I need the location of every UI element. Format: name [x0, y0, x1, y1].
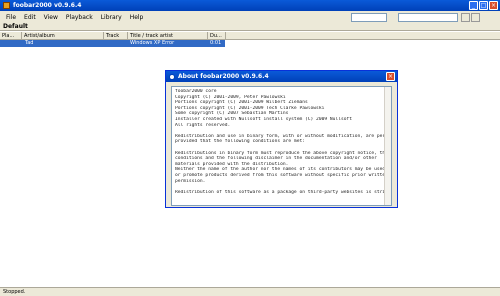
cell-duration: 0:01 — [210, 40, 222, 46]
about-text-line: or promote products derived from this so… — [175, 172, 388, 178]
menu-help[interactable]: Help — [126, 14, 148, 21]
table-row[interactable]: Tad Windows XP Error 0:01 — [0, 40, 500, 47]
window-title-bar[interactable]: foobar2000 v0.9.6.4 _ □ × — [0, 0, 500, 11]
info-icon — [169, 73, 175, 80]
about-text-line: Redistribution of this software as a pac… — [175, 189, 388, 195]
dialog-title-bar[interactable]: About foobar2000 v0.9.6.4 × — [166, 71, 397, 82]
toolbar-button-left[interactable] — [461, 13, 470, 22]
about-text: foobar2000 core Copyright (C) 2001-2009, … — [175, 89, 388, 195]
about-dialog: About foobar2000 v0.9.6.4 × foobar2000 c… — [165, 70, 398, 208]
menu-library[interactable]: Library — [97, 14, 126, 21]
column-duration[interactable]: Du... — [208, 32, 226, 40]
cell-artist: Tad — [25, 40, 34, 46]
column-header: Pla... Artist/album Track Title / track … — [0, 32, 500, 40]
minimize-button[interactable]: _ — [469, 1, 478, 10]
cell-title: Windows XP Error — [130, 40, 175, 46]
playlist-tabs: Default — [0, 23, 500, 31]
tab-default[interactable]: Default — [3, 23, 28, 31]
app-icon — [3, 2, 10, 9]
dialog-title: About foobar2000 v0.9.6.4 — [178, 73, 269, 80]
about-text-line: conditions and the following disclaimer … — [175, 156, 377, 162]
menu-playback[interactable]: Playback — [62, 14, 97, 21]
about-text-box[interactable]: foobar2000 core Copyright (C) 2001-2009, … — [171, 86, 392, 206]
window-title: foobar2000 v0.9.6.4 — [13, 2, 82, 9]
volume-slider[interactable] — [351, 13, 387, 22]
column-track[interactable]: Track — [104, 32, 128, 40]
cell-track — [106, 40, 126, 47]
window-controls: _ □ × — [469, 1, 498, 10]
close-button[interactable]: × — [489, 1, 498, 10]
menu-view[interactable]: View — [40, 14, 62, 21]
column-title[interactable]: Title / track artist — [128, 32, 208, 40]
dialog-close-button[interactable]: × — [386, 72, 395, 81]
cell-playing — [2, 40, 20, 47]
maximize-button[interactable]: □ — [479, 1, 488, 10]
column-artist-album[interactable]: Artist/album — [22, 32, 104, 40]
scrollbar[interactable] — [384, 87, 391, 205]
status-text: Stopped. — [3, 289, 26, 295]
menu-edit[interactable]: Edit — [20, 14, 40, 21]
menu-file[interactable]: File — [2, 14, 20, 21]
column-playing[interactable]: Pla... — [0, 32, 22, 40]
toolbar-button-right[interactable] — [471, 13, 480, 22]
status-bar: Stopped. — [0, 287, 500, 296]
seek-bar[interactable] — [398, 13, 458, 22]
